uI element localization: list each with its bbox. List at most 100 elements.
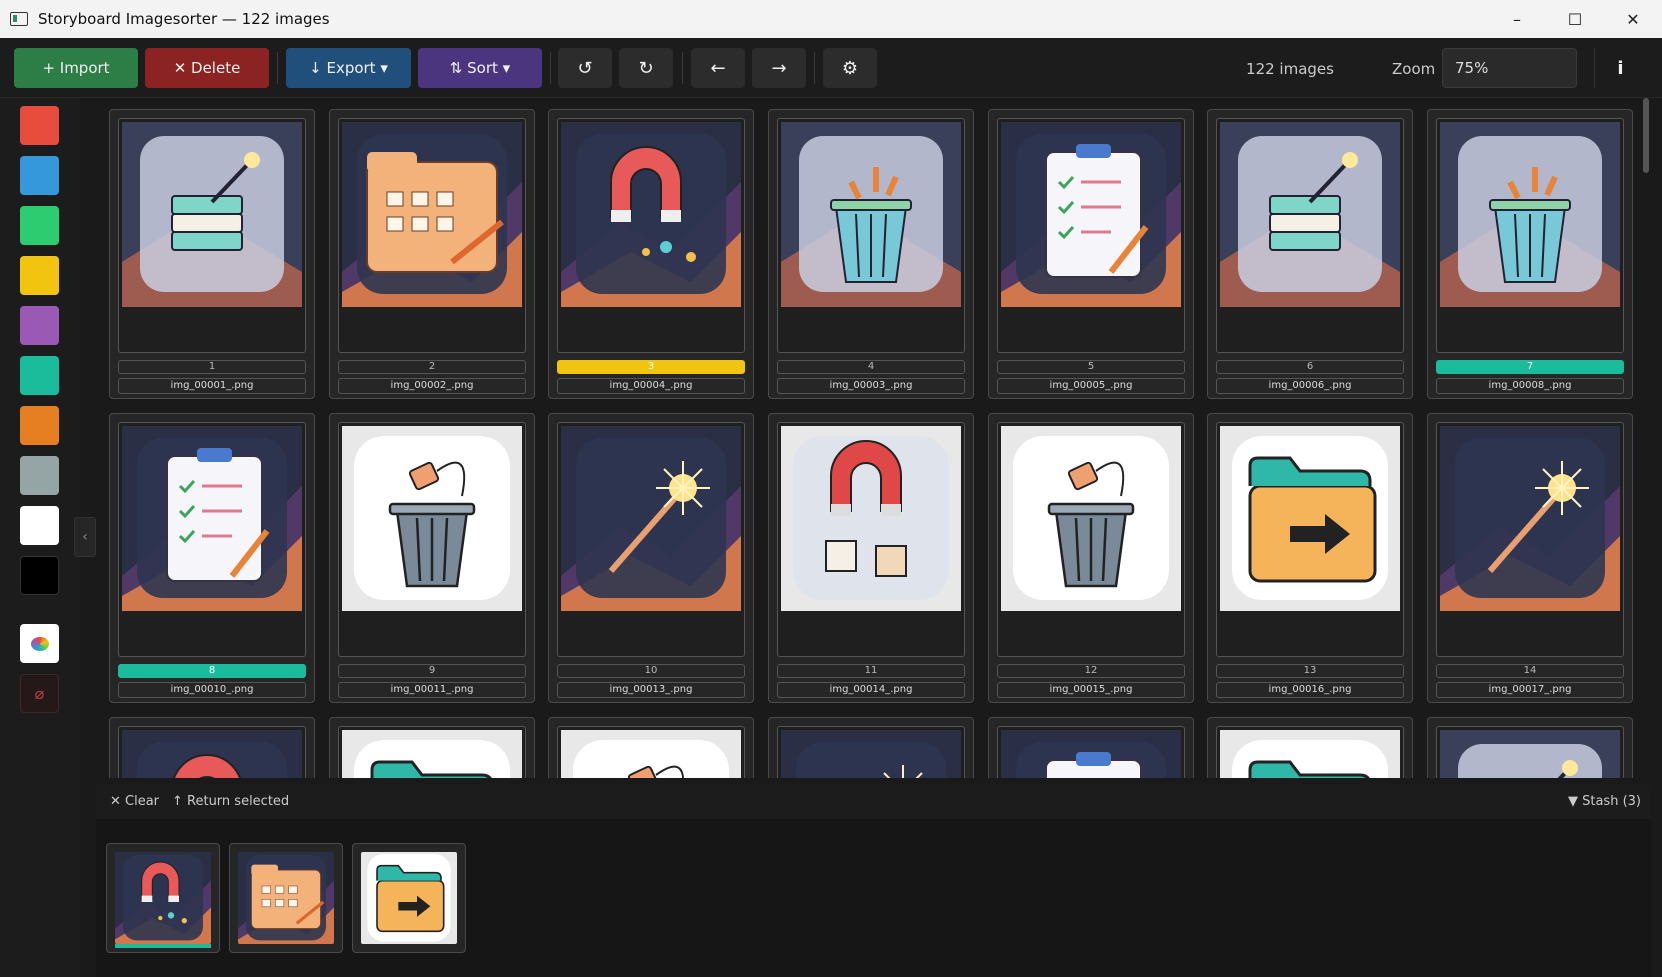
thumbnail-frame[interactable] [1216,118,1404,353]
image-card[interactable] [988,717,1194,778]
window-title: Storyboard Imagesorter — 122 images [38,10,330,28]
thumbnail-image [561,426,741,611]
rotate-left-icon: ↺ [577,57,593,79]
rotate-left-button[interactable]: ↺ [558,48,612,88]
image-number: 1 [118,360,306,374]
thumbnail-frame[interactable] [1216,422,1404,657]
export-button[interactable]: ↓ Export ▾ [286,48,411,88]
thumbnail-image [781,426,961,611]
thumbnail-frame[interactable] [1216,726,1404,778]
image-number: 14 [1436,664,1624,678]
thumbnail-frame[interactable] [338,726,526,778]
thumbnail-frame[interactable] [997,422,1185,657]
thumbnail-frame[interactable] [338,118,526,353]
color-swatch[interactable] [20,406,59,445]
stash-clear-button[interactable]: ✕ Clear [110,794,159,809]
clear-color-button[interactable]: ⌀ [20,674,59,713]
minimize-button[interactable]: – [1488,0,1546,38]
stash-toggle[interactable]: ▼ Stash (3) [1568,794,1641,809]
close-button[interactable]: ✕ [1604,0,1662,38]
image-card[interactable] [1427,717,1633,778]
zoom-input[interactable]: 75% [1442,48,1577,88]
next-button[interactable]: → [752,48,806,88]
thumbnail-image [1001,730,1181,778]
image-card[interactable]: 5 img_00005_.png [988,109,1194,399]
thumbnail-frame[interactable] [1436,422,1624,657]
image-card[interactable]: 4 img_00003_.png [768,109,974,399]
previous-button[interactable]: ← [691,48,745,88]
stash-thumbnail [361,852,457,944]
image-card[interactable] [768,717,974,778]
thumbnail-frame[interactable] [777,726,965,778]
image-card[interactable] [109,717,315,778]
color-swatch[interactable] [20,456,59,495]
info-button[interactable]: i [1594,48,1646,88]
collapse-palette-button[interactable]: ‹ [74,517,96,557]
return-selected-button[interactable]: ↑ Return selected [172,794,289,809]
color-swatch[interactable] [20,106,59,145]
image-card[interactable]: 14 img_00017_.png [1427,413,1633,703]
image-card[interactable]: 8 img_00010_.png [109,413,315,703]
image-card[interactable]: 6 img_00006_.png [1207,109,1413,399]
zoom-label: Zoom [1392,60,1436,78]
thumbnail-frame[interactable] [777,118,965,353]
rotate-right-button[interactable]: ↻ [619,48,673,88]
color-swatch[interactable] [20,556,59,595]
color-palette: ⌀ [0,98,80,977]
thumbnail-frame[interactable] [557,422,745,657]
settings-button[interactable]: ⚙ [823,48,877,88]
thumbnail-image [561,730,741,778]
image-number: 7 [1436,360,1624,374]
image-card[interactable]: 7 img_00008_.png [1427,109,1633,399]
image-card[interactable]: 13 img_00016_.png [1207,413,1413,703]
color-swatch[interactable] [20,256,59,295]
chevron-left-icon: ‹ [82,529,88,545]
thumbnail-frame[interactable] [997,726,1185,778]
color-swatch[interactable] [20,506,59,545]
image-number: 12 [997,664,1185,678]
image-card[interactable]: 9 img_00011_.png [329,413,535,703]
custom-color-button[interactable] [20,624,59,663]
image-card[interactable]: 2 img_00002_.png [329,109,535,399]
thumbnail-image [1001,122,1181,307]
delete-button[interactable]: ✕ Delete [145,48,269,88]
thumbnail-frame[interactable] [1436,118,1624,353]
thumbnail-frame[interactable] [118,118,306,353]
image-card[interactable]: 3 img_00004_.png [548,109,754,399]
image-filename: img_00004_.png [557,378,745,394]
color-swatch[interactable] [20,356,59,395]
thumbnail-frame[interactable] [118,726,306,778]
thumbnail-image [1440,122,1620,307]
thumbnail-frame[interactable] [338,422,526,657]
color-swatch[interactable] [20,156,59,195]
image-card[interactable]: 11 img_00014_.png [768,413,974,703]
thumbnail-frame[interactable] [997,118,1185,353]
import-button[interactable]: + Import [14,48,138,88]
thumbnail-frame[interactable] [557,118,745,353]
image-card[interactable] [329,717,535,778]
thumbnail-frame[interactable] [1436,726,1624,778]
image-filename: img_00016_.png [1216,682,1404,698]
thumbnail-image [1001,426,1181,611]
image-filename: img_00015_.png [997,682,1185,698]
stash-item[interactable] [352,843,466,953]
image-card[interactable] [1207,717,1413,778]
maximize-button[interactable]: ☐ [1546,0,1604,38]
sort-button[interactable]: ⇅ Sort ▾ [418,48,542,88]
stash-item[interactable] [106,843,220,953]
image-filename: img_00011_.png [338,682,526,698]
image-filename: img_00013_.png [557,682,745,698]
image-card[interactable]: 10 img_00013_.png [548,413,754,703]
image-card[interactable]: 12 img_00015_.png [988,413,1194,703]
image-card[interactable]: 1 img_00001_.png [109,109,315,399]
image-card[interactable] [548,717,754,778]
thumbnail-frame[interactable] [777,422,965,657]
color-swatch[interactable] [20,206,59,245]
thumbnail-image [1220,426,1400,611]
thumbnail-frame[interactable] [118,422,306,657]
grid-scrollbar[interactable] [1641,98,1651,778]
scrollbar-thumb[interactable] [1643,98,1649,173]
stash-item[interactable] [229,843,343,953]
color-swatch[interactable] [20,306,59,345]
thumbnail-frame[interactable] [557,726,745,778]
